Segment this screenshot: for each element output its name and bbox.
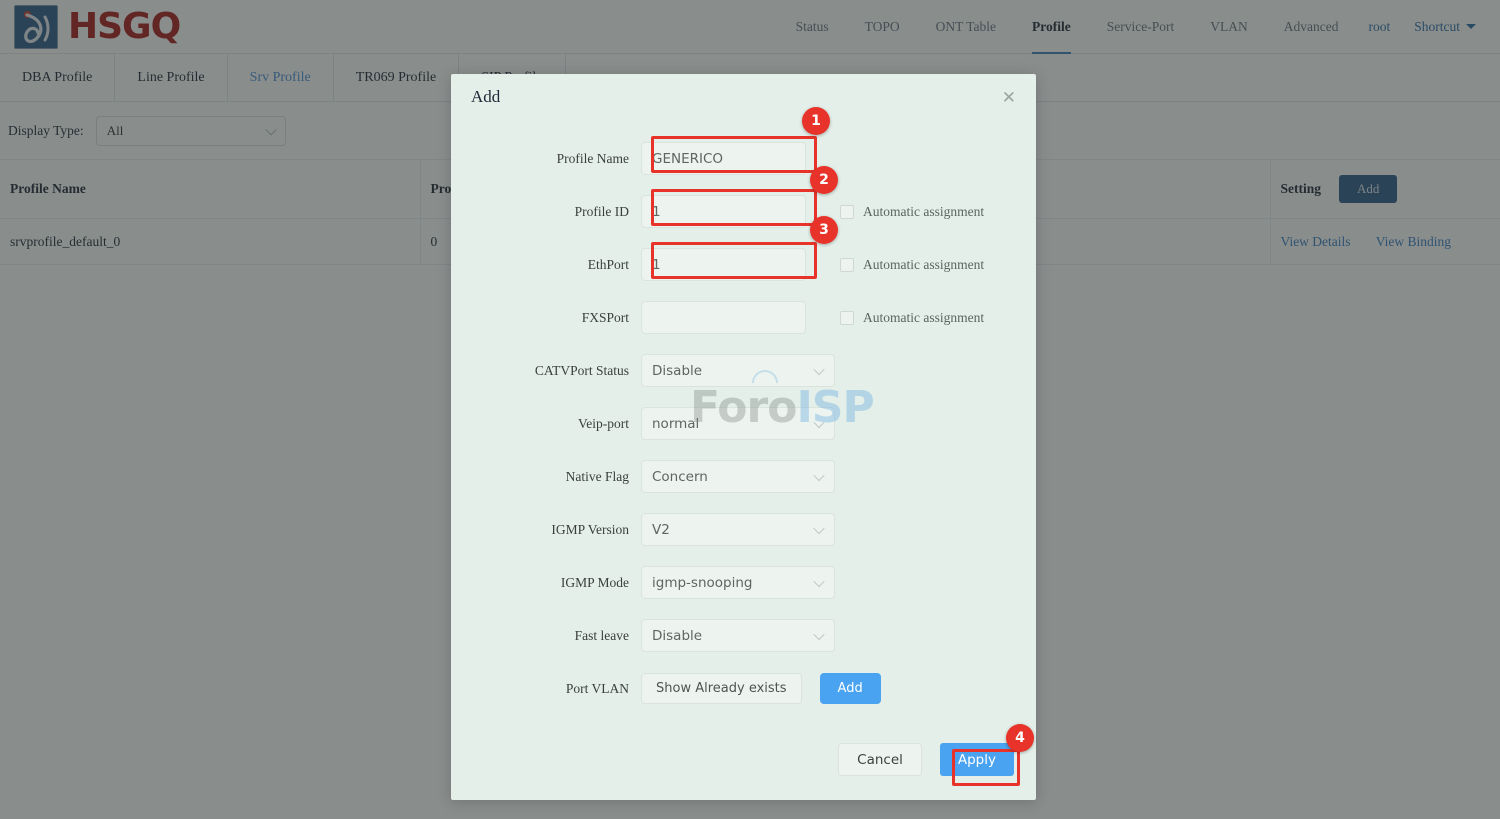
fxs-port-input[interactable]: [641, 301, 806, 334]
field-row-catv-port-status: CATVPort Status Disable: [451, 344, 1036, 397]
profile-id-control: 1: [641, 195, 806, 228]
igmp-mode-select[interactable]: igmp-snooping: [641, 566, 835, 599]
catv-port-status-label: CATVPort Status: [534, 362, 629, 378]
eth-port-label: EthPort: [587, 256, 629, 272]
field-row-profile-id: Profile ID 1 Automatic assignment: [451, 185, 1036, 238]
fxs-port-control: [641, 301, 806, 334]
field-row-profile-name: Profile Name GENERICO: [451, 132, 1036, 185]
screen: HSGQ Status TOPO ONT Table Profile Servi…: [0, 0, 1500, 819]
cancel-button[interactable]: Cancel: [838, 743, 922, 776]
field-row-port-vlan: Port VLAN Show Already exists Add: [451, 662, 1036, 715]
native-flag-value: Concern: [652, 468, 708, 485]
checkbox-icon: [840, 257, 854, 272]
port-vlan-add-button[interactable]: Add: [819, 673, 881, 704]
field-row-native-flag: Native Flag Concern: [451, 450, 1036, 503]
profile-name-control: GENERICO: [641, 142, 806, 175]
profile-id-label: Profile ID: [574, 203, 629, 219]
profile-id-input[interactable]: 1: [641, 195, 806, 228]
dialog-header: Add ✕: [451, 74, 1036, 120]
native-flag-label: Native Flag: [565, 468, 629, 484]
field-row-fxs-port: FXSPort Automatic assignment: [451, 291, 1036, 344]
checkbox-icon: [840, 204, 854, 219]
field-row-veip-port: Veip-port normal: [451, 397, 1036, 450]
native-flag-select[interactable]: Concern: [641, 460, 835, 493]
fxs-port-auto-assign-checkbox[interactable]: Automatic assignment: [840, 310, 984, 326]
eth-port-auto-assign-checkbox[interactable]: Automatic assignment: [840, 257, 984, 273]
veip-port-value: normal: [652, 415, 700, 432]
fxs-port-label: FXSPort: [581, 309, 629, 325]
igmp-version-select[interactable]: V2: [641, 513, 835, 546]
chevron-down-icon: [813, 628, 825, 640]
igmp-mode-value: igmp-snooping: [652, 574, 753, 591]
field-row-fast-leave: Fast leave Disable: [451, 609, 1036, 662]
port-vlan-label: Port VLAN: [565, 680, 629, 696]
fast-leave-select[interactable]: Disable: [641, 619, 835, 652]
dialog-body: Profile Name GENERICO Profile ID 1 Autom…: [451, 120, 1036, 715]
fast-leave-label: Fast leave: [574, 627, 629, 643]
chevron-down-icon: [813, 469, 825, 481]
add-srv-profile-dialog: Add ✕ Profile Name GENERICO Profile ID 1…: [451, 74, 1036, 800]
dialog-footer: Cancel Apply: [838, 743, 1014, 776]
fxs-port-auto-assign-label: Automatic assignment: [863, 309, 985, 325]
catv-port-status-value: Disable: [652, 362, 703, 379]
field-row-igmp-version: IGMP Version V2: [451, 503, 1036, 556]
chevron-down-icon: [813, 522, 825, 534]
catv-port-status-select[interactable]: Disable: [641, 354, 835, 387]
eth-port-input[interactable]: 1: [641, 248, 806, 281]
profile-name-label: Profile Name: [556, 150, 629, 166]
igmp-mode-label: IGMP Mode: [560, 574, 629, 590]
profile-id-auto-assign-checkbox[interactable]: Automatic assignment: [840, 204, 984, 220]
igmp-version-label: IGMP Version: [551, 521, 629, 537]
port-vlan-show-existing-button[interactable]: Show Already exists: [641, 673, 802, 704]
chevron-down-icon: [813, 416, 825, 428]
fast-leave-value: Disable: [652, 627, 703, 644]
field-row-eth-port: EthPort 1 Automatic assignment: [451, 238, 1036, 291]
veip-port-label: Veip-port: [578, 415, 629, 431]
chevron-down-icon: [813, 363, 825, 375]
igmp-version-value: V2: [652, 521, 670, 538]
checkbox-icon: [840, 310, 854, 325]
eth-port-auto-assign-label: Automatic assignment: [863, 256, 985, 272]
eth-port-control: 1: [641, 248, 806, 281]
profile-id-auto-assign-label: Automatic assignment: [863, 203, 985, 219]
field-row-igmp-mode: IGMP Mode igmp-snooping: [451, 556, 1036, 609]
close-icon[interactable]: ✕: [1002, 89, 1016, 106]
profile-name-input[interactable]: GENERICO: [641, 142, 806, 175]
apply-button[interactable]: Apply: [939, 743, 1014, 776]
dialog-title: Add: [471, 87, 501, 106]
veip-port-select[interactable]: normal: [641, 407, 835, 440]
chevron-down-icon: [813, 575, 825, 587]
